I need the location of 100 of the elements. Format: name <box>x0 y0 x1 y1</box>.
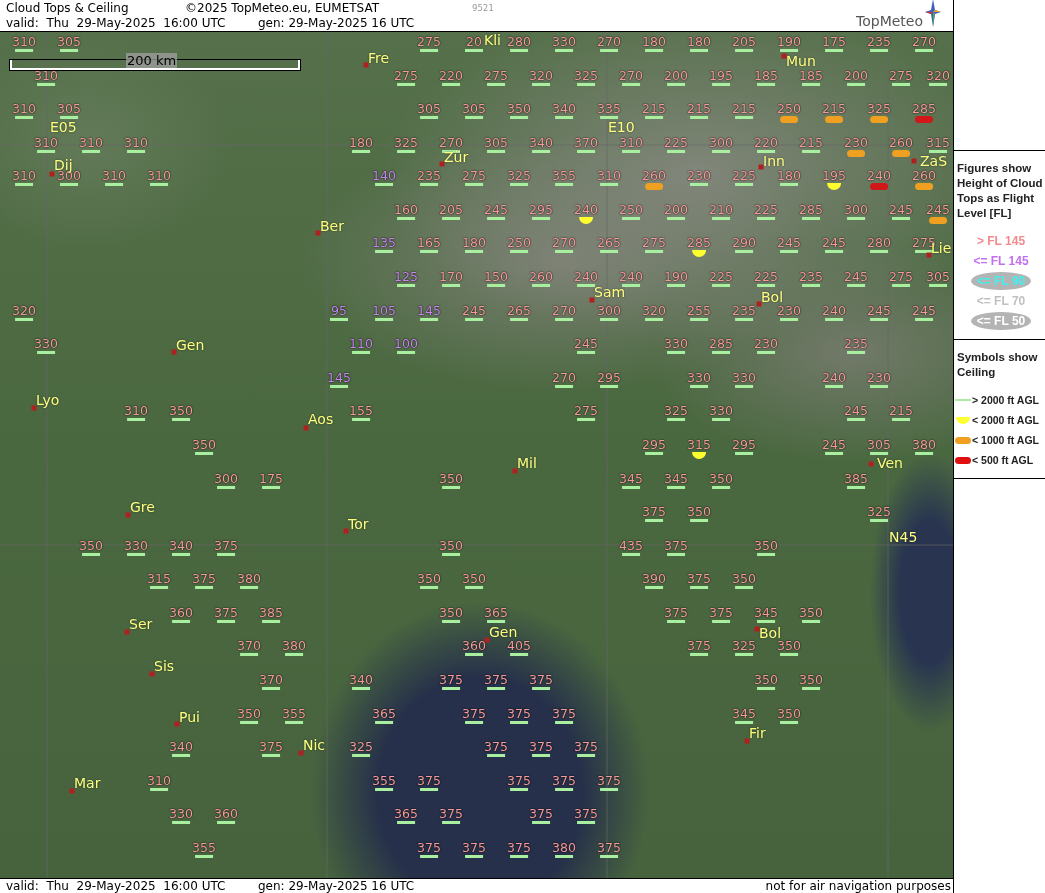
cloud-top-label: 360 <box>462 639 486 654</box>
cloud-top-label: 250 <box>619 202 643 217</box>
cloud-top-label: 190 <box>777 35 801 49</box>
cloud-top-label: 205 <box>732 35 756 49</box>
cloud-top-label: 255 <box>687 303 711 318</box>
cloud-top-label: 265 <box>597 236 621 251</box>
cloud-top-label: 330 <box>664 337 688 352</box>
map-title: Cloud Tops & Ceiling <box>6 1 130 15</box>
cloud-top-label: 325 <box>574 68 598 83</box>
cloud-top-label: 260 <box>642 169 666 184</box>
cloud-top-label: 150 <box>484 270 508 285</box>
cloud-top-label: 230 <box>754 337 778 352</box>
cloud-top-label: 405 <box>507 639 531 654</box>
cloud-top-label: 320 <box>12 303 36 318</box>
cloud-top-label: 315 <box>687 437 711 452</box>
cloud-top-label: 310 <box>12 102 36 117</box>
cloud-top-label: 200 <box>664 202 688 217</box>
cloud-top-label: 235 <box>799 270 823 285</box>
grid-label: E10 <box>608 119 635 135</box>
cloud-top-label: 305 <box>867 437 891 452</box>
cloud-top-label: 285 <box>799 202 823 217</box>
cloud-top-label: 260 <box>889 135 913 150</box>
cloud-top-label: 350 <box>439 605 463 620</box>
cloud-top-label: 375 <box>709 605 733 620</box>
cloud-top-label: 275 <box>889 68 913 83</box>
cloud-top-label: 350 <box>777 639 801 654</box>
cloud-top-label: 375 <box>439 673 463 687</box>
city-marker <box>758 164 764 170</box>
cloud-top-label: 380 <box>282 639 306 654</box>
legend-title: Figures show Height of Cloud Tops as Flight Level [FL] <box>957 161 1044 221</box>
city-marker <box>512 468 518 474</box>
cloud-top-label: 355 <box>192 840 216 855</box>
cloud-top-label: 310 <box>34 68 58 83</box>
disclaimer-text: not for air navigation purposes <box>765 879 952 893</box>
cloud-top-label: 340 <box>169 740 193 755</box>
cloud-top-label: 275 <box>484 68 508 83</box>
cloud-top-label: 245 <box>889 202 913 217</box>
cloud-top-label: 200 <box>844 68 868 83</box>
city-label: Ven <box>877 455 903 471</box>
cloud-top-label: 310 <box>102 169 126 184</box>
cloud-top-label: 245 <box>777 236 801 251</box>
cloud-top-label: 375 <box>507 840 531 855</box>
cloud-top-label: 325 <box>507 169 531 184</box>
cloud-top-label: 310 <box>147 773 171 788</box>
cloud-top-label: 225 <box>732 169 756 184</box>
cloud-top-label: 245 <box>867 303 891 318</box>
city-marker <box>298 750 304 756</box>
cloud-top-label: 310 <box>619 135 643 150</box>
cloud-top-label: 215 <box>889 404 913 419</box>
cloud-top-label: 180 <box>777 169 801 184</box>
logo-text: TopMeteo <box>856 13 923 29</box>
cloud-top-label: 230 <box>777 303 801 318</box>
cloud-top-label: 300 <box>597 303 621 318</box>
cloud-top-label: 305 <box>484 135 508 150</box>
cloud-top-label: 355 <box>372 773 396 788</box>
city-marker <box>69 788 75 794</box>
city-marker <box>31 405 37 411</box>
cloud-top-label: 375 <box>687 639 711 654</box>
city-label: ZaS <box>920 153 948 169</box>
city-marker <box>756 301 762 307</box>
cloud-top-label: 275 <box>574 404 598 419</box>
cloud-top-label: 240 <box>867 169 891 184</box>
cloud-top-label: 305 <box>926 270 950 285</box>
cloud-top-label: 95 <box>331 303 347 318</box>
cloud-top-label: 310 <box>12 35 36 49</box>
cloud-top-label: 370 <box>259 673 283 687</box>
cloud-top-label: 345 <box>619 471 643 486</box>
cloud-top-label: 270 <box>597 35 621 49</box>
cloud-top-label: 295 <box>529 202 553 217</box>
cloud-top-label: 240 <box>574 270 598 285</box>
cloud-top-label: 215 <box>642 102 666 117</box>
cloud-top-label: 245 <box>484 202 508 217</box>
cloud-top-label: 155 <box>349 404 373 419</box>
cloud-top-label: 345 <box>754 605 778 620</box>
cloud-top-label: 220 <box>439 68 463 83</box>
cloud-top-label: 285 <box>912 102 936 117</box>
cloud-top-label: 310 <box>79 135 103 150</box>
cloud-top-label: 235 <box>844 337 868 352</box>
cloud-top-label: 305 <box>57 35 81 49</box>
city-marker <box>484 637 490 643</box>
cloud-top-label: 370 <box>237 639 261 654</box>
cloud-top-label: 435 <box>619 538 643 553</box>
cloud-top-label: 365 <box>372 706 396 721</box>
cloud-top-label: 240 <box>619 270 643 285</box>
cloud-top-label: 240 <box>822 370 846 385</box>
cloud-top-label: 190 <box>664 270 688 285</box>
cloud-top-label: 350 <box>709 471 733 486</box>
cloud-top-label: 170 <box>439 270 463 285</box>
city-marker <box>781 53 787 59</box>
cloud-top-label: 350 <box>192 437 216 452</box>
cloud-top-label: 180 <box>462 236 486 251</box>
city-label: Bol <box>759 625 782 641</box>
cloud-top-label: 215 <box>732 102 756 117</box>
cloud-top-label: 345 <box>732 706 756 721</box>
cloud-top-label: 285 <box>709 337 733 352</box>
cloud-top-label: 385 <box>844 471 868 486</box>
cloud-top-label: 270 <box>619 68 643 83</box>
city-label: Nic <box>303 737 326 753</box>
cloud-top-label: 295 <box>732 437 756 452</box>
cloud-top-label: 245 <box>926 202 950 217</box>
